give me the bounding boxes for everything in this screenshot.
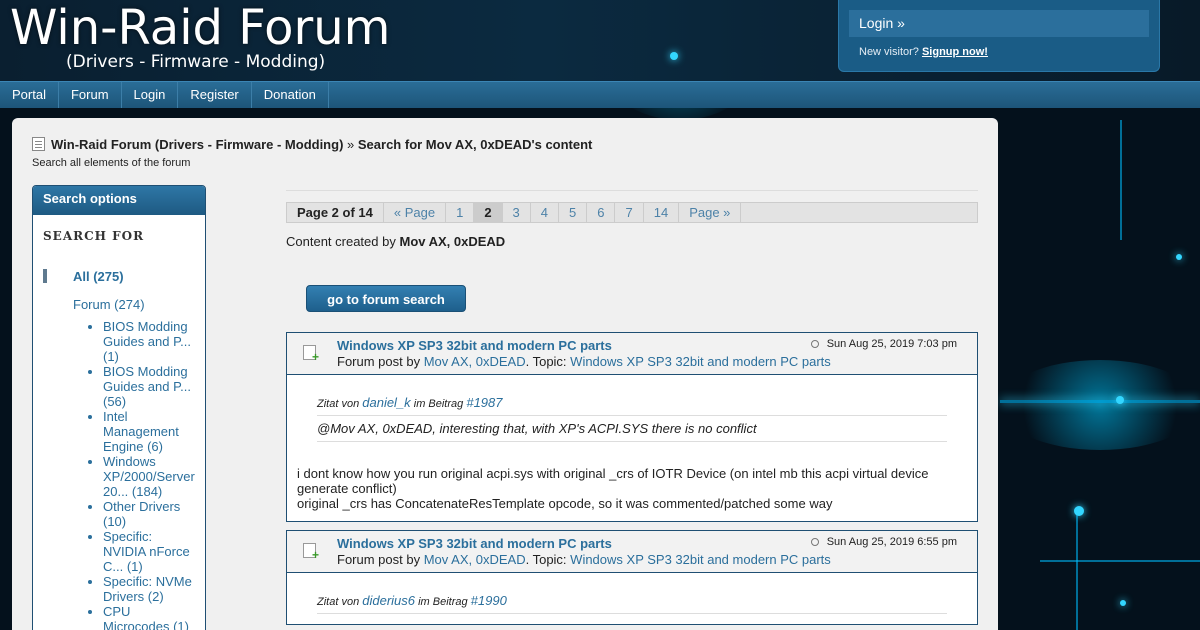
page-link[interactable]: 5 [559,203,588,222]
post-date: Sun Aug 25, 2019 6:55 pm [810,536,957,548]
signup-link[interactable]: Signup now! [922,46,988,58]
nav-register[interactable]: Register [178,82,252,108]
post-date: Sun Aug 25, 2019 7:03 pm [810,338,957,350]
breadcrumb-current[interactable]: Search for Mov AX, 0xDEAD's content [358,137,593,152]
post-meta: Forum post by Mov AX, 0xDEAD. Topic: Win… [337,354,831,369]
created-prefix: Content created by [286,234,396,249]
post-topic-link[interactable]: Windows XP SP3 32bit and modern PC parts [570,354,831,369]
post-body: Zitat von daniel_k im Beitrag #1987 @Mov… [287,375,977,521]
quote-mid: im Beitrag [418,596,468,608]
category-item[interactable]: CPU Microcodes (1) [103,604,198,630]
post-title[interactable]: Windows XP SP3 32bit and modern PC parts [337,536,612,551]
search-options-header: Search options [33,186,205,215]
category-item[interactable]: Other Drivers (10) [103,499,198,529]
new-post-icon [303,345,319,364]
search-result-post: Windows XP SP3 32bit and modern PC parts… [286,332,978,522]
page-link[interactable]: 14 [644,203,680,222]
post-body: Zitat von diderius6 im Beitrag #1990 [287,573,977,624]
quote-ref-link[interactable]: #1990 [471,593,507,608]
clock-icon [810,538,819,546]
nav-login[interactable]: Login [122,82,179,108]
category-item[interactable]: BIOS Modding Guides and P... (56) [103,364,198,409]
post-text-line: i dont know how you run original acpi.sy… [297,466,929,496]
post-text: i dont know how you run original acpi.sy… [297,466,967,511]
quote-user-link[interactable]: daniel_k [362,395,410,410]
category-item[interactable]: Windows XP/2000/Server 20... (184) [103,454,198,499]
post-meta: Forum post by Mov AX, 0xDEAD. Topic: Win… [337,552,831,567]
filter-all-label: All (275) [73,269,124,284]
quote-attribution: Zitat von diderius6 im Beitrag #1990 [317,593,967,608]
pagination: Page 2 of 14 « Page 1 2 3 4 5 6 7 14 Pag… [286,202,978,223]
category-list: BIOS Modding Guides and P... (1) BIOS Mo… [103,319,205,630]
quote-mid: im Beitrag [413,398,464,410]
current-page: 2 [474,203,503,222]
nav-donation[interactable]: Donation [252,82,329,108]
selected-indicator [43,269,47,283]
page-link[interactable]: 4 [531,203,560,222]
site-subtitle: (Drivers - Firmware - Modding) [66,52,326,72]
quote-divider [317,441,947,442]
meta-prefix: Forum post by [337,552,421,567]
content-panel: Win-Raid Forum (Drivers - Firmware - Mod… [12,118,998,630]
post-author-link[interactable]: Mov AX, 0xDEAD [424,552,526,567]
post-date-text: Sun Aug 25, 2019 6:55 pm [826,536,957,548]
main-nav: Portal Forum Login Register Donation [0,81,1200,108]
category-item[interactable]: Specific: NVIDIA nForce C... (1) [103,529,198,574]
page-label: Page 2 of 14 [287,203,384,222]
topic-prefix: . Topic: [525,354,567,369]
post-topic-link[interactable]: Windows XP SP3 32bit and modern PC parts [570,552,831,567]
breadcrumb: Win-Raid Forum (Drivers - Firmware - Mod… [32,137,592,152]
post-title[interactable]: Windows XP SP3 32bit and modern PC parts [337,338,612,353]
go-to-forum-search-button[interactable]: go to forum search [306,285,466,312]
category-item[interactable]: Intel Management Engine (6) [103,409,198,454]
post-author-link[interactable]: Mov AX, 0xDEAD [424,354,526,369]
created-user: Mov AX, 0xDEAD [399,234,506,249]
site-title[interactable]: Win-Raid Forum [10,0,390,56]
breadcrumb-separator: » [347,137,355,152]
search-results: Page 2 of 14 « Page 1 2 3 4 5 6 7 14 Pag… [286,190,978,625]
quote-divider [317,415,947,416]
quote-divider [317,613,947,614]
page-link[interactable]: 6 [587,203,616,222]
post-date-text: Sun Aug 25, 2019 7:03 pm [826,338,957,350]
post-text-line: original _crs has ConcatenateResTemplate… [297,496,833,511]
quote-user-link[interactable]: diderius6 [362,593,415,608]
divider [286,190,978,191]
prev-page-link[interactable]: « Page [384,203,447,222]
breadcrumb-root[interactable]: Win-Raid Forum (Drivers - Firmware - Mod… [51,137,343,152]
search-for-heading: SEARCH FOR [43,229,145,243]
topic-prefix: . Topic: [525,552,567,567]
page-link[interactable]: 7 [615,203,644,222]
nav-portal[interactable]: Portal [0,82,59,108]
quote-prefix: Zitat von [317,596,360,608]
site-header: Win-Raid Forum (Drivers - Firmware - Mod… [0,0,1200,82]
quote-ref-link[interactable]: #1987 [466,395,502,410]
filter-forum[interactable]: Forum (274) [73,297,205,312]
circuit-dot [670,52,678,60]
nav-forum[interactable]: Forum [59,82,122,108]
visitor-label: New visitor? [859,46,919,58]
login-button[interactable]: Login » [849,10,1149,37]
filter-all[interactable]: All (275) [43,269,205,284]
new-post-icon [303,543,319,562]
quote-text: @Mov AX, 0xDEAD, interesting that, with … [317,421,757,436]
page-link[interactable]: 1 [446,203,475,222]
clock-icon [810,340,819,348]
forum-home-icon [32,137,45,151]
quote-prefix: Zitat von [317,398,360,410]
category-item[interactable]: Specific: NVMe Drivers (2) [103,574,198,604]
quote-attribution: Zitat von daniel_k im Beitrag #1987 [317,395,967,410]
search-options-sidebar: Search options SEARCH FOR All (275) Foru… [32,185,206,630]
next-page-link[interactable]: Page » [679,203,742,222]
post-header: Windows XP SP3 32bit and modern PC parts… [287,531,977,573]
login-box: Login » New visitor? Signup now! [838,0,1160,72]
new-visitor-text: New visitor? Signup now! [859,46,988,58]
category-item[interactable]: BIOS Modding Guides and P... (1) [103,319,198,364]
post-header: Windows XP SP3 32bit and modern PC parts… [287,333,977,375]
page-link[interactable]: 3 [503,203,531,222]
meta-prefix: Forum post by [337,354,421,369]
content-created-by: Content created by Mov AX, 0xDEAD [286,234,978,249]
breadcrumb-subtitle: Search all elements of the forum [32,157,191,169]
search-result-post: Windows XP SP3 32bit and modern PC parts… [286,530,978,625]
